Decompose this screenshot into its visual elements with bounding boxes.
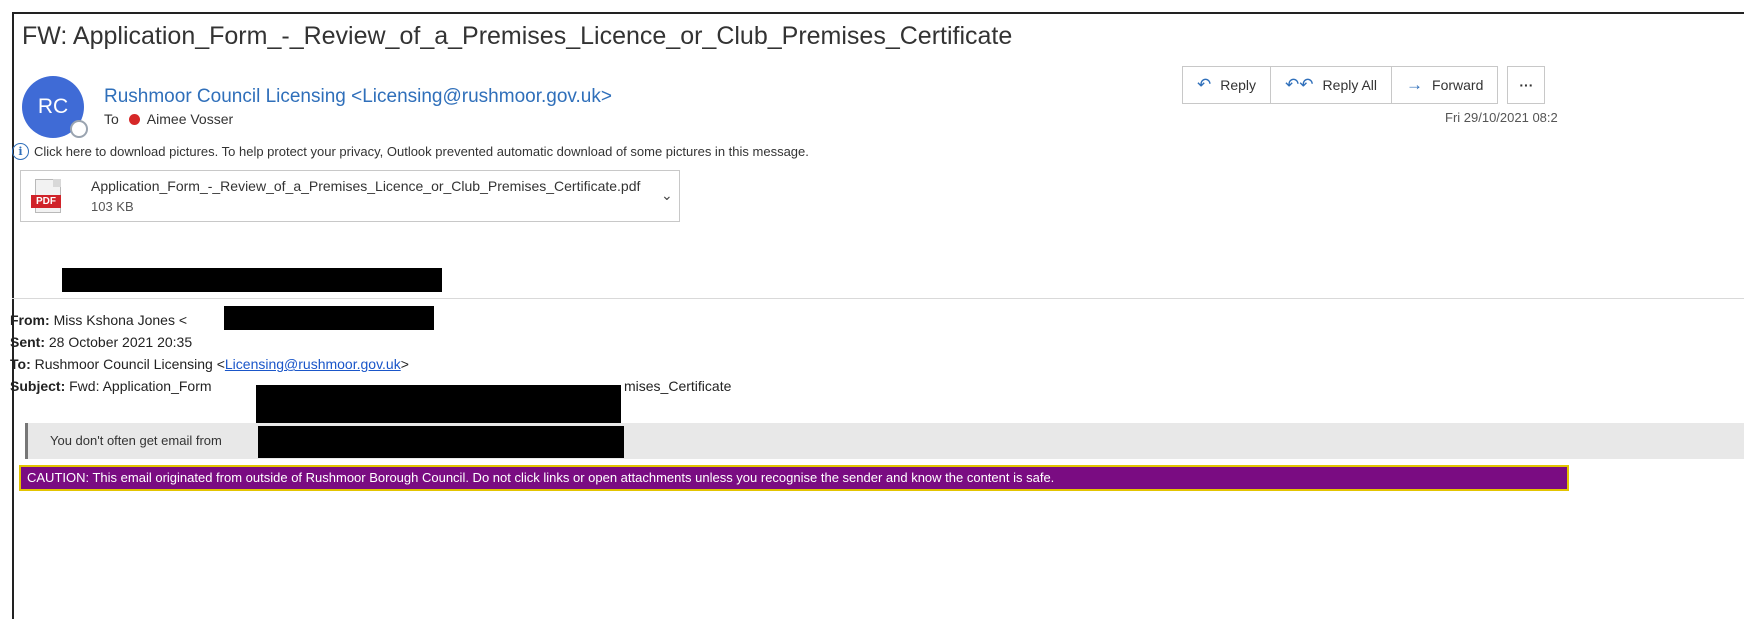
forwarded-subject-line: Subject: Fwd: Application_Form	[10, 378, 212, 394]
redaction-block	[256, 385, 621, 423]
forward-icon: →	[1406, 75, 1424, 94]
reply-all-icon: ↶↶	[1285, 75, 1314, 94]
redaction-block	[258, 426, 624, 458]
chevron-down-icon[interactable]: ⌄	[661, 187, 673, 204]
reply-label: Reply	[1220, 77, 1257, 93]
to-value: Rushmoor Council Licensing <	[34, 356, 225, 372]
redaction-block	[224, 306, 434, 330]
reply-all-button[interactable]: ↶↶ Reply All	[1270, 66, 1393, 104]
download-pictures-bar[interactable]: i Click here to download pictures. To he…	[12, 143, 809, 160]
forward-label: Forward	[1432, 77, 1484, 93]
more-icon: ···	[1519, 77, 1534, 93]
reply-button[interactable]: ↶ Reply	[1182, 66, 1272, 104]
forwarded-from-line: From: Miss Kshona Jones <	[10, 312, 187, 328]
attachment-size: 103 KB	[91, 199, 134, 214]
recipient-presence-icon	[128, 113, 140, 125]
forward-button[interactable]: → Forward	[1391, 66, 1499, 104]
info-icon: i	[12, 143, 29, 160]
to-label: To	[104, 111, 119, 127]
sent-value: 28 October 2021 20:35	[48, 334, 193, 350]
sender-name[interactable]: Rushmoor Council Licensing <Licensing@ru…	[104, 86, 612, 108]
sent-label: Sent:	[10, 334, 45, 350]
more-actions-button[interactable]: ···	[1507, 66, 1546, 104]
from-label: From:	[10, 312, 50, 328]
pdf-file-icon: PDF	[31, 179, 65, 215]
subject-label: Subject:	[10, 378, 66, 394]
attachment-card[interactable]: PDF Application_Form_-_Review_of_a_Premi…	[20, 170, 680, 222]
redaction-block	[62, 268, 442, 292]
presence-status-icon	[70, 120, 88, 138]
avatar-initials: RC	[37, 95, 69, 118]
reply-all-label: Reply All	[1322, 77, 1378, 93]
to-close: >	[400, 356, 409, 372]
received-date: Fri 29/10/2021 08:2	[1445, 110, 1558, 125]
to-label: To:	[10, 356, 31, 372]
subject-start: Fwd: Application_Form	[69, 378, 212, 394]
caution-text: CAUTION: This email originated from outs…	[27, 470, 1055, 485]
subject-end: mises_Certificate	[624, 378, 732, 394]
forwarded-to-line: To: Rushmoor Council Licensing <Licensin…	[10, 356, 409, 372]
download-pictures-text: Click here to download pictures. To help…	[34, 144, 809, 159]
forwarded-sent-line: Sent: 28 October 2021 20:35	[10, 334, 192, 350]
from-value: Miss Kshona Jones <	[53, 312, 188, 328]
message-actions: ↶ Reply ↶↶ Reply All → Forward ···	[1182, 66, 1546, 104]
email-subject: FW: Application_Form_-_Review_of_a_Premi…	[22, 22, 1013, 50]
external-caution-banner: CAUTION: This email originated from outs…	[19, 465, 1569, 491]
notice-text: You don't often get email from	[50, 433, 222, 448]
pdf-badge: PDF	[31, 195, 61, 208]
licensing-email-link[interactable]: Licensing@rushmoor.gov.uk	[225, 356, 401, 372]
attachment-name: Application_Form_-_Review_of_a_Premises_…	[91, 178, 641, 194]
recipient-name[interactable]: Aimee Vosser	[147, 111, 233, 127]
message-divider	[12, 298, 1744, 299]
recipient-line: To Aimee Vosser	[104, 111, 233, 127]
reply-icon: ↶	[1197, 75, 1212, 94]
